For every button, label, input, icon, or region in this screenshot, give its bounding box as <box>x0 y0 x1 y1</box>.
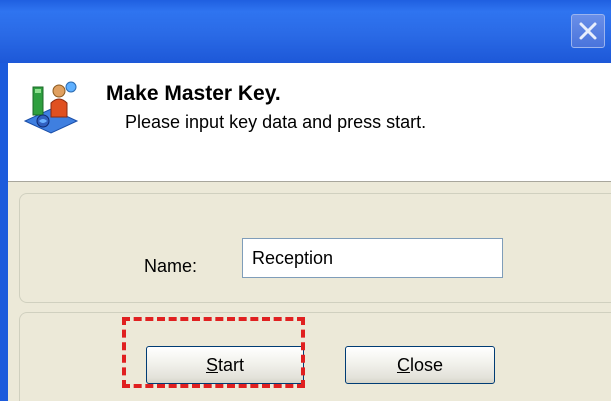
close-button-label: lose <box>409 354 444 375</box>
window-frame-left <box>0 63 8 401</box>
name-group: Name: <box>19 193 611 303</box>
start-button-mnemonic: S <box>205 354 218 375</box>
dialog-header: Make Master Key. Please input key data a… <box>8 63 611 183</box>
network-users-icon <box>23 81 79 134</box>
dialog-title: Make Master Key. <box>106 82 281 105</box>
start-button[interactable]: Start <box>146 346 304 384</box>
name-input[interactable] <box>242 238 503 278</box>
title-close-button[interactable] <box>571 14 605 48</box>
dialog-body: Name: Start Close <box>8 182 611 401</box>
close-button[interactable]: Close <box>345 346 495 384</box>
close-button-mnemonic: C <box>396 354 410 375</box>
dialog-subtitle: Please input key data and press start. <box>125 112 427 132</box>
start-button-label: tart <box>218 354 245 375</box>
close-icon <box>579 22 597 40</box>
name-label: Name: <box>144 256 198 276</box>
button-group: Start Close <box>19 312 611 401</box>
title-bar <box>0 0 611 63</box>
